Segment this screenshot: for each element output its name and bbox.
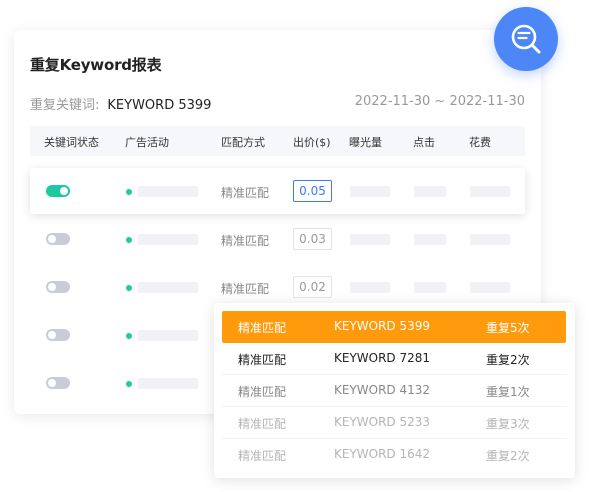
- keyword-status-toggle[interactable]: [46, 185, 70, 197]
- dropdown-item[interactable]: 精准匹配 KEYWORD 7281 重复2次: [222, 343, 566, 375]
- keyword-status-toggle[interactable]: [46, 233, 70, 245]
- spend-placeholder: [470, 234, 510, 245]
- status-dot: [126, 285, 132, 291]
- header-keyword-status[interactable]: 关键词状态: [44, 134, 99, 150]
- clicks-placeholder: [414, 186, 446, 197]
- campaign-placeholder: [138, 186, 198, 197]
- repeat-keyword-line: 重复关键词: KEYWORD 5399: [30, 94, 211, 113]
- campaign-placeholder: [138, 378, 198, 389]
- dropdown-match: 精准匹配: [238, 449, 287, 463]
- header-clicks[interactable]: 点击: [413, 134, 435, 150]
- page-title: 重复Keyword报表: [30, 56, 162, 74]
- campaign-placeholder: [138, 234, 198, 245]
- bid-input[interactable]: 0.03: [293, 228, 332, 250]
- status-dot: [126, 189, 132, 195]
- dropdown-keyword: KEYWORD 5399: [334, 319, 431, 333]
- impressions-placeholder: [350, 282, 390, 293]
- header-bid[interactable]: 出价($): [293, 134, 331, 150]
- dropdown-keyword: KEYWORD 1642: [334, 447, 431, 461]
- dropdown-item[interactable]: 精准匹配 KEYWORD 4132 重复1次: [222, 375, 566, 407]
- dropdown-repeat-count: 重复5次: [486, 321, 530, 335]
- search-list-icon: [511, 24, 541, 54]
- dropdown-repeat-count: 重复2次: [486, 449, 530, 463]
- header-campaign[interactable]: 广告活动: [125, 134, 169, 150]
- keyword-status-toggle[interactable]: [46, 329, 70, 341]
- dropdown-item[interactable]: 精准匹配 KEYWORD 1642 重复2次: [222, 439, 566, 471]
- spend-placeholder: [470, 282, 510, 293]
- dropdown-match: 精准匹配: [238, 353, 287, 367]
- campaign-placeholder: [138, 330, 198, 341]
- dropdown-keyword: KEYWORD 4132: [334, 383, 431, 397]
- dropdown-match: 精准匹配: [238, 417, 287, 431]
- dropdown-repeat-count: 重复2次: [486, 353, 530, 367]
- clicks-placeholder: [414, 282, 446, 293]
- status-dot: [126, 237, 132, 243]
- header-spend[interactable]: 花费: [469, 134, 491, 150]
- table-row[interactable]: 精准匹配 0.03: [14, 216, 541, 262]
- duplicate-keyword-dropdown: 精准匹配 KEYWORD 5399 重复5次 精准匹配 KEYWORD 7281…: [214, 303, 575, 478]
- dropdown-item[interactable]: 精准匹配 KEYWORD 5233 重复3次: [222, 407, 566, 439]
- match-type: 精准匹配: [221, 186, 270, 200]
- dropdown-match: 精准匹配: [238, 385, 287, 399]
- keyword-status-toggle[interactable]: [46, 281, 70, 293]
- status-dot: [126, 333, 132, 339]
- date-range[interactable]: 2022-11-30 ~ 2022-11-30: [355, 94, 525, 109]
- table-row[interactable]: 精准匹配 0.05: [30, 168, 525, 214]
- bid-input[interactable]: 0.05: [293, 180, 332, 202]
- dropdown-keyword: KEYWORD 7281: [334, 351, 431, 365]
- dropdown-repeat-count: 重复3次: [486, 417, 530, 431]
- header-impressions[interactable]: 曝光量: [349, 134, 382, 150]
- clicks-placeholder: [414, 234, 446, 245]
- spend-placeholder: [470, 186, 510, 197]
- search-button[interactable]: [494, 7, 558, 71]
- impressions-placeholder: [350, 234, 390, 245]
- keyword-label: 重复关键词:: [30, 98, 100, 113]
- keyword-value: KEYWORD 5399: [107, 98, 212, 113]
- impressions-placeholder: [350, 186, 390, 197]
- table-header: 关键词状态 广告活动 匹配方式 出价($) 曝光量 点击 花费: [30, 126, 525, 156]
- match-type: 精准匹配: [221, 282, 270, 296]
- match-type: 精准匹配: [221, 234, 270, 248]
- bid-input[interactable]: 0.02: [293, 276, 332, 298]
- status-dot: [126, 381, 132, 387]
- campaign-placeholder: [138, 282, 198, 293]
- dropdown-keyword: KEYWORD 5233: [334, 415, 431, 429]
- dropdown-repeat-count: 重复1次: [486, 385, 530, 399]
- header-match-type[interactable]: 匹配方式: [221, 134, 265, 150]
- dropdown-item[interactable]: 精准匹配 KEYWORD 5399 重复5次: [222, 311, 566, 343]
- dropdown-match: 精准匹配: [238, 321, 287, 335]
- keyword-status-toggle[interactable]: [46, 377, 70, 389]
